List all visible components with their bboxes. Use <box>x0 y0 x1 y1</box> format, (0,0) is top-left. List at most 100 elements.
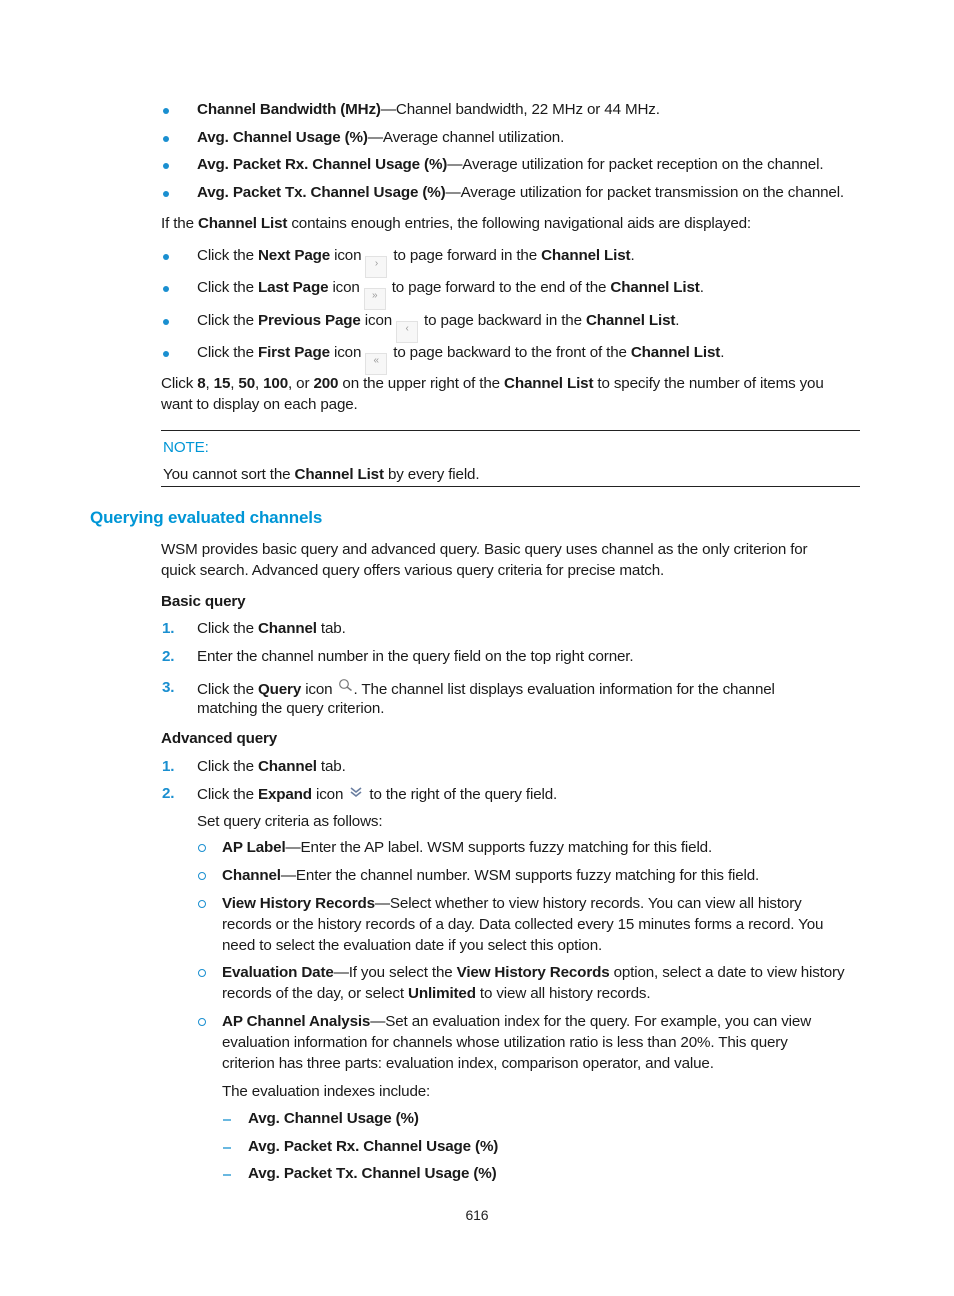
list-item: Click the Last Page icon» to page forward… <box>197 277 704 310</box>
page-number: 616 <box>465 1207 489 1223</box>
text: Click the <box>197 344 258 361</box>
page-size-option: 100 <box>263 375 289 392</box>
term: Unlimited <box>408 985 476 1002</box>
step: Click the Channel tab. <box>197 618 346 639</box>
list-item: View History Records—Select whether to v… <box>222 893 802 914</box>
description: records of the day, or select <box>222 985 408 1002</box>
note-text: You cannot sort the Channel List by ever… <box>163 464 480 485</box>
term: First Page <box>257 344 330 361</box>
last-page-icon: » <box>363 288 386 310</box>
expand-icon <box>349 783 363 804</box>
text: , <box>255 375 264 392</box>
list-item: Avg. Channel Usage (%)—Average channel u… <box>197 127 564 148</box>
text: icon <box>301 681 337 698</box>
bullet-icon <box>163 319 169 325</box>
list-item-continuation: need to select the evaluation date if yo… <box>222 937 603 954</box>
description: —Average utilization for packet transmis… <box>445 184 845 201</box>
step: Enter the channel number in the query fi… <box>197 648 634 665</box>
text: icon <box>360 312 393 329</box>
list-item-continuation: criterion has three parts: evaluation in… <box>222 1055 714 1072</box>
next-page-icon: › <box>365 256 388 278</box>
bullet-icon <box>198 872 206 880</box>
text: to page forward to the end of the <box>391 279 611 296</box>
bullet-icon <box>198 969 206 977</box>
text: Click the <box>197 681 258 698</box>
text: by every field. <box>383 466 480 483</box>
first-page-icon: « <box>365 353 388 375</box>
description: —Average channel utilization. <box>367 129 565 146</box>
description: —Average utilization for packet receptio… <box>447 156 824 173</box>
text: Click the <box>197 312 258 329</box>
text: contains enough entries, the following n… <box>287 215 751 232</box>
term: Channel Bandwidth (MHz) <box>197 101 381 118</box>
list-item: AP Label—Enter the AP label. WSM support… <box>222 837 712 858</box>
text: to specify the number of items you <box>593 375 824 392</box>
text: Click the <box>197 620 258 637</box>
page-size-option: 200 <box>313 375 339 392</box>
page-size-paragraph-line2: want to display on each page. <box>161 396 358 413</box>
bullet-icon <box>198 844 206 852</box>
step-number: 1. <box>162 758 175 775</box>
advanced-query-heading: Advanced query <box>161 730 278 747</box>
page-size-option: 15 <box>213 375 231 392</box>
text: icon <box>311 786 348 803</box>
bullet-icon <box>163 191 169 197</box>
page-size-option: 50 <box>238 375 255 392</box>
list-item: Channel—Enter the channel number. WSM su… <box>222 865 759 886</box>
previous-page-icon: ‹ <box>396 321 419 343</box>
term: Channel List <box>630 344 721 361</box>
list-item: Click the Next Page icon › to page forward… <box>197 245 635 278</box>
description: —Enter the channel number. WSM supports … <box>280 867 760 884</box>
list-item-continuation: evaluation information for channels whos… <box>222 1034 788 1051</box>
text: , <box>205 375 214 392</box>
text: to page backward to the front of the <box>393 344 631 361</box>
text: icon <box>328 279 360 296</box>
dash-bullet-icon <box>223 1119 231 1121</box>
term: Channel List <box>610 279 700 296</box>
text: tab. <box>316 758 346 775</box>
text: . <box>630 247 635 264</box>
section-intro-line1: WSM provides basic query and advanced qu… <box>161 541 808 558</box>
description: —Set an evaluation index for the query. … <box>370 1013 812 1030</box>
term: Channel List <box>541 247 631 264</box>
term: Expand <box>257 786 312 803</box>
list-item: Avg. Packet Tx. Channel Usage (%) <box>248 1165 497 1182</box>
text: Click the <box>197 247 258 264</box>
step-number: 1. <box>162 620 175 637</box>
term: Channel List <box>504 375 594 392</box>
bullet-icon <box>163 351 169 357</box>
list-item: Click the Previous Page icon ‹ to page bac… <box>197 310 680 343</box>
bullet-icon <box>163 163 169 169</box>
bullet-icon <box>163 136 169 142</box>
list-item: Click the First Page icon « to page backwa… <box>197 342 724 375</box>
list-item: Avg. Packet Rx. Channel Usage (%) <box>248 1138 499 1155</box>
text: You cannot sort the <box>163 466 295 483</box>
text: Click <box>161 375 198 392</box>
text: on the upper right of the <box>338 375 505 392</box>
note-bottom-rule <box>161 486 860 487</box>
step: Click the Channel tab. <box>197 756 346 777</box>
bullet-icon <box>198 900 206 908</box>
dash-bullet-icon <box>223 1147 231 1149</box>
term: AP Label <box>222 839 286 856</box>
text: , or <box>288 375 314 392</box>
page-size-paragraph: Click 8, 15, 50, 100, or 200 on the uppe… <box>161 373 824 394</box>
list-item: Avg. Packet Rx. Channel Usage (%)—Averag… <box>197 154 824 175</box>
bullet-icon <box>163 108 169 114</box>
term: Avg. Channel Usage (%) <box>197 129 368 146</box>
term: Evaluation Date <box>222 964 334 981</box>
nav-intro-paragraph: If the Channel List contains enough entr… <box>161 213 751 234</box>
text: to the right of the query field. <box>365 786 558 803</box>
text: to page forward in the <box>393 247 542 264</box>
term: Query <box>257 681 302 698</box>
text: If the <box>161 215 198 232</box>
term: Avg. Packet Tx. Channel Usage (%) <box>197 184 446 201</box>
note-label: NOTE: <box>163 439 209 456</box>
text: . <box>675 312 680 329</box>
list-item: Avg. Channel Usage (%) <box>248 1110 419 1127</box>
term: Channel <box>257 620 317 637</box>
description: option, select a date to view history <box>609 964 845 981</box>
criteria-intro: Set query criteria as follows: <box>197 813 383 830</box>
bullet-icon <box>198 1018 206 1026</box>
dash-bullet-icon <box>223 1174 231 1176</box>
